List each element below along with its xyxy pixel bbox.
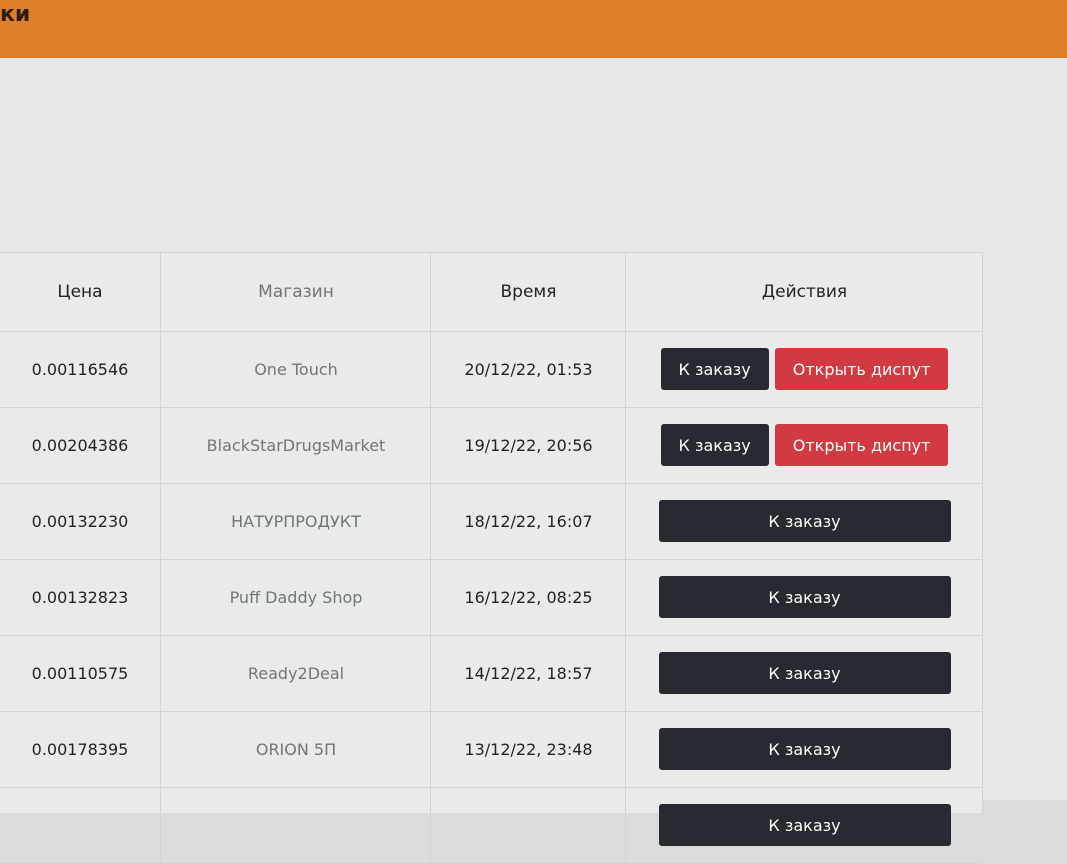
price-cell: 0.00178395 [31, 739, 129, 759]
time-cell: 19/12/22, 20:56 [430, 407, 626, 483]
time-cell [430, 787, 626, 863]
table-row: К заказу [0, 787, 982, 864]
table-row: 0.00132230 НАТУРПРОДУКТ 18/12/22, 16:07 К з… [0, 483, 982, 560]
time-cell: 14/12/22, 18:57 [430, 635, 626, 711]
table-header: Цена Магазин Время Действия [0, 253, 982, 332]
go-to-order-button[interactable]: К заказу [658, 500, 951, 542]
table-row: 0.00178395 ORION 5П 13/12/22, 23:48 К заказ… [0, 711, 982, 788]
shop-cell: BlackStarDrugsMarket [160, 407, 431, 483]
column-header-actions: Действия [625, 253, 983, 331]
table-row: 0.00116546 One Touch 20/12/22, 01:53 К зака… [0, 331, 982, 408]
column-header-shop: Магазин [160, 253, 431, 331]
price-cell: 0.00116546 [31, 359, 129, 379]
go-to-order-button[interactable]: К заказу [658, 652, 951, 694]
shop-cell: ORION 5П [160, 711, 431, 787]
shop-cell: Puff Daddy Shop [160, 559, 431, 635]
shop-cell: One Touch [160, 331, 431, 407]
price-cell: 0.00132823 [31, 587, 129, 607]
go-to-order-button[interactable]: К заказу [660, 424, 769, 466]
column-header-time: Время [430, 253, 626, 331]
actions-cell: К заказу [625, 787, 983, 863]
time-cell: 13/12/22, 23:48 [430, 711, 626, 787]
time-cell: 16/12/22, 08:25 [430, 559, 626, 635]
page-title: ки [0, 2, 31, 27]
actions-cell: К заказу Открыть диспут [625, 331, 983, 407]
top-bar: ки [0, 0, 1067, 58]
actions-cell: К заказу [625, 483, 983, 559]
shop-cell: Ready2Deal [160, 635, 431, 711]
price-cell: 0.00110575 [31, 663, 129, 683]
shop-cell: НАТУРПРОДУКТ [160, 483, 431, 559]
price-cell: 0.00204386 [31, 435, 129, 455]
go-to-order-button[interactable]: К заказу [660, 348, 769, 390]
actions-cell: К заказу [625, 711, 983, 787]
actions-cell: К заказу [625, 635, 983, 711]
time-cell: 18/12/22, 16:07 [430, 483, 626, 559]
go-to-order-button[interactable]: К заказу [658, 804, 951, 846]
price-cell [0, 787, 160, 863]
open-dispute-button[interactable]: Открыть диспут [774, 348, 949, 390]
table-row: 0.00110575 Ready2Deal 14/12/22, 18:57 К зак… [0, 635, 982, 712]
table-row: 0.00204386 BlackStarDrugsMarket 19/12/22, … [0, 407, 982, 484]
open-dispute-button[interactable]: Открыть диспут [774, 424, 949, 466]
orders-table: Цена Магазин Время Действия 0.00116546 On… [0, 252, 983, 864]
shop-cell [160, 787, 431, 863]
actions-cell: К заказу [625, 559, 983, 635]
time-cell: 20/12/22, 01:53 [430, 331, 626, 407]
column-header-price: Цена [57, 282, 103, 302]
table-row: 0.00132823 Puff Daddy Shop 16/12/22, 08:25… [0, 559, 982, 636]
go-to-order-button[interactable]: К заказу [658, 728, 951, 770]
price-cell: 0.00132230 [31, 511, 129, 531]
go-to-order-button[interactable]: К заказу [658, 576, 951, 618]
actions-cell: К заказу Открыть диспут [625, 407, 983, 483]
